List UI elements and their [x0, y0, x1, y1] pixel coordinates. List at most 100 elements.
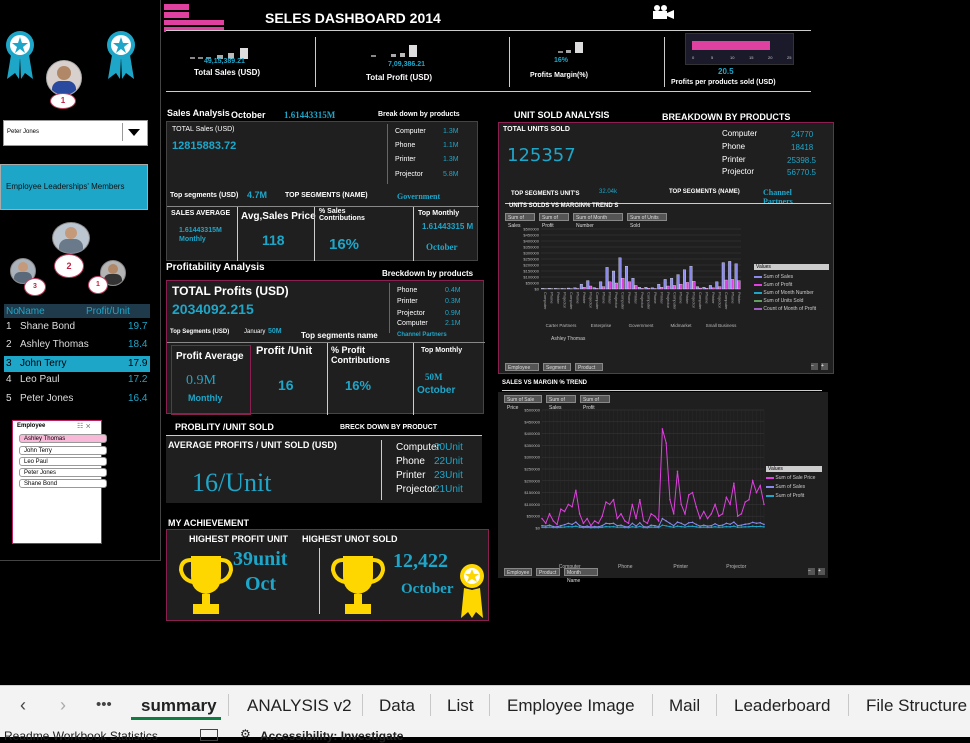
slicer-chip[interactable]: [164, 4, 189, 10]
axis-tick-label: 20: [768, 55, 772, 60]
product-value: 18418: [791, 143, 813, 152]
top-segments-value: 50M: [268, 328, 282, 335]
pivot-field-button[interactable]: Sum of Month Number: [573, 213, 623, 221]
accessibility-icon[interactable]: ⚙: [240, 727, 251, 741]
chevron-down-icon[interactable]: [122, 123, 145, 141]
data-point: [711, 525, 713, 527]
minus-icon[interactable]: −: [808, 568, 815, 575]
tab-leaderboard[interactable]: Leaderboard: [734, 696, 830, 716]
category-label: Printer: [608, 292, 613, 304]
table-row[interactable]: 4Leo Paul17.2: [4, 374, 150, 390]
clear-filter-icon[interactable]: ☷ ⨯: [77, 422, 91, 430]
legend-item: Sum of Month Number: [763, 290, 813, 296]
chevron-left-icon[interactable]: ‹: [20, 695, 26, 716]
tab-mail[interactable]: Mail: [669, 696, 700, 716]
units-sold-chart[interactable]: $500000$450000$400000$350000$300000$2500…: [505, 223, 755, 333]
data-point: [737, 526, 739, 528]
slicer-item[interactable]: Leo Paul: [19, 457, 107, 466]
employee-slicer[interactable]: Employee ☷ ⨯ Ashley Thomas John Terry Le…: [12, 420, 102, 544]
slicer-item[interactable]: John Terry: [19, 446, 107, 455]
employee-dropdown[interactable]: Peter Jones: [3, 120, 148, 146]
tab-summary[interactable]: summary: [141, 696, 217, 716]
category-label: Printer: [737, 292, 742, 304]
product-label: Projector: [395, 171, 423, 178]
highest-profit-label: HIGHEST PROFIT UNIT: [189, 534, 288, 544]
highest-profit-value: 39unit: [233, 548, 287, 571]
pivot-field-button[interactable]: Sum of Sales: [546, 395, 576, 403]
table-row[interactable]: 2Ashley Thomas18.4: [4, 339, 150, 355]
slicer-chip[interactable]: [164, 20, 224, 25]
data-point: [545, 525, 547, 527]
accessibility-status[interactable]: Accessibility: Investigate: [260, 729, 403, 743]
legend-item: Count of Month of Profit: [763, 306, 816, 312]
camera-icon[interactable]: [651, 4, 675, 20]
top-segments-name-label: TOP SEGMENTS (NAME): [285, 192, 368, 199]
tab-data[interactable]: Data: [379, 696, 415, 716]
plus-icon[interactable]: +: [821, 363, 828, 370]
table-row[interactable]: 1Shane Bond19.7: [4, 321, 150, 337]
total-sales-label: Total Sales (USD): [194, 68, 260, 77]
pivot-field-button[interactable]: Sum of Profit: [539, 213, 569, 221]
leaderboard-header: No Name Profit/Unit: [4, 304, 150, 318]
chevron-right-icon[interactable]: ›: [60, 695, 66, 716]
legend-item: Sum of Units Sold: [763, 298, 803, 304]
slicer-chip[interactable]: [164, 12, 189, 18]
category-label: Computer: [569, 292, 574, 310]
pivot-field-button[interactable]: Sum of Units Sold: [627, 213, 667, 221]
slicer-item[interactable]: Shane Bond: [19, 479, 107, 488]
axis-tick-label: $300000: [523, 251, 539, 256]
tab-list[interactable]: List: [447, 696, 473, 716]
pivot-field-button[interactable]: Sum of Profit: [580, 395, 610, 403]
category-label: Phone: [601, 292, 606, 304]
data-point: [677, 521, 679, 523]
category-label: Computer: [621, 292, 626, 310]
members-button[interactable]: Employee Leaderships' Members: [0, 164, 148, 210]
pivot-filter-button[interactable]: Product: [575, 363, 603, 371]
slicer-item[interactable]: Peter Jones: [19, 468, 107, 477]
bar: [615, 283, 618, 289]
more-tabs-icon[interactable]: •••: [96, 696, 112, 713]
table-row[interactable]: 5Peter Jones16.4: [4, 393, 150, 409]
pivot-field-button[interactable]: Sum of Sale Price: [504, 395, 542, 403]
category-label: Printer: [711, 292, 716, 304]
total-sales-label: TOTAL Sales (USD): [172, 126, 235, 133]
slicer-item[interactable]: Ashley Thomas: [19, 434, 107, 443]
data-point: [707, 518, 709, 520]
product-label: Projector: [397, 310, 425, 317]
trend-chart[interactable]: $500000$450000$400000$350000$300000$2500…: [502, 406, 782, 572]
data-point: [654, 515, 656, 517]
bar: [686, 282, 689, 289]
data-point: [594, 520, 596, 522]
data-point: [568, 526, 570, 528]
data-point: [556, 527, 558, 529]
pivot-filter-button[interactable]: Product: [536, 568, 560, 576]
pivot-filter-button[interactable]: Employee: [504, 568, 532, 576]
table-row[interactable]: 3John Terry17.9: [4, 356, 150, 372]
sheet-tab-bar: ‹ › ••• summary ANALYSIS v2 Data List Em…: [0, 685, 970, 724]
pivot-filter-button[interactable]: Segment: [543, 363, 571, 371]
axis-tick-label: 5: [711, 55, 713, 60]
pivot-filter-button[interactable]: Month Name: [564, 568, 598, 576]
trend-panel: Sum of Sale Price Sum of Sales Sum of Pr…: [498, 392, 828, 578]
pivot-field-button[interactable]: Sum of Sales: [505, 213, 535, 221]
avatar[interactable]: [52, 222, 90, 254]
pivot-filter-button[interactable]: Employee: [505, 363, 539, 371]
bar: [593, 288, 596, 289]
data-point: [541, 526, 543, 528]
workbook-stats-icon[interactable]: [200, 729, 218, 741]
tab-file-structure[interactable]: File Structure: [866, 696, 967, 716]
avatar[interactable]: [46, 60, 82, 96]
tab-analysis-v2[interactable]: ANALYSIS v2: [247, 696, 352, 716]
tab-employee-image[interactable]: Employee Image: [507, 696, 635, 716]
bar: [638, 287, 641, 289]
data-point: [647, 522, 649, 524]
minus-icon[interactable]: −: [811, 363, 818, 370]
data-point: [714, 504, 716, 506]
data-point: [688, 526, 690, 528]
kpi-strip: 49,15,389.21 Total Sales (USD) 7,09,386.…: [166, 30, 811, 92]
data-point: [545, 527, 547, 529]
group-label: Phone: [618, 564, 633, 570]
plus-icon[interactable]: +: [818, 568, 825, 575]
data-point: [560, 525, 562, 527]
data-point: [552, 520, 554, 522]
